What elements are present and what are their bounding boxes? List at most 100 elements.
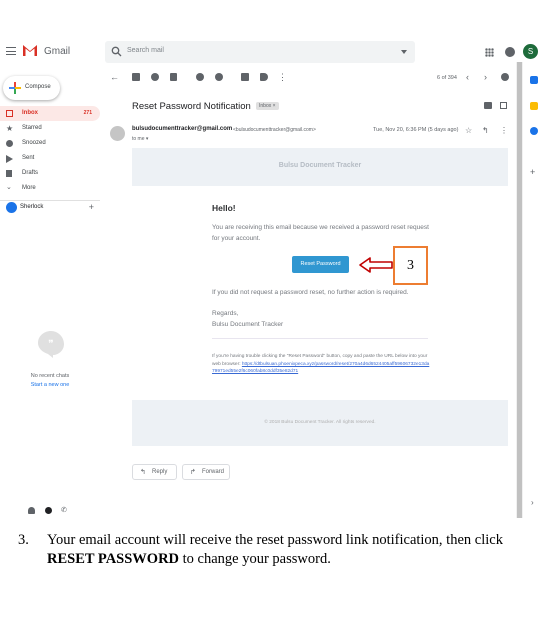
sidebar-nav: Inbox 271 ★ Starred Snoozed Sent Drafts … <box>0 106 100 196</box>
sender-avatar <box>110 126 125 141</box>
sidebar-item-label: Sent <box>22 155 35 161</box>
intro-paragraph: You are receiving this email because we … <box>212 224 429 242</box>
sidebar-item-label: More <box>22 185 36 191</box>
message-actions: ☆ ↰ ⋮ <box>465 126 510 136</box>
menu-icon[interactable] <box>6 47 16 55</box>
reply-icon[interactable]: ↰ <box>482 126 489 135</box>
more-options-icon[interactable]: ⋮ <box>278 72 287 83</box>
notifications-icon[interactable] <box>505 47 515 57</box>
forward-button[interactable]: ↱ Forward <box>182 464 230 480</box>
draft-icon <box>6 170 12 177</box>
gmail-screenshot: Gmail Search mail S Compose Inbox 271 ★ … <box>0 38 542 518</box>
app-name: Gmail <box>44 46 71 57</box>
no-action-paragraph: If you did not request a password reset,… <box>212 289 409 296</box>
more-icon[interactable]: ⋮ <box>500 126 508 135</box>
reset-url-link[interactable]: https://dtbulsuan.phoenixpeca.xyz/passwo… <box>212 362 429 375</box>
recipient-text: to me <box>132 136 145 142</box>
phone-icon[interactable]: ✆ <box>61 507 68 514</box>
compose-button[interactable]: Compose <box>3 76 60 100</box>
start-new-chat-link[interactable]: Start a new one <box>0 382 100 388</box>
apps-grid-icon[interactable] <box>485 48 494 57</box>
gmail-logo-icon <box>23 45 37 56</box>
pagination: 6 of 394 <box>437 75 457 81</box>
send-icon <box>6 155 13 163</box>
caption-bold: RESET PASSWORD <box>47 551 180 567</box>
message-date: Tue, Nov 20, 6:36 PM (5 days ago) <box>373 127 459 133</box>
sidebar-item-starred[interactable]: ★ Starred <box>0 121 100 136</box>
sidebar-item-sent[interactable]: Sent <box>0 151 100 166</box>
unread-count: 271 <box>83 110 92 116</box>
avatar[interactable]: S <box>523 44 538 59</box>
inbox-label-chip[interactable]: Inbox × <box>256 102 279 110</box>
sidebar-item-label: Starred <box>22 125 42 131</box>
sidebar-item-snoozed[interactable]: Snoozed <box>0 136 100 151</box>
print-icon[interactable] <box>484 102 492 109</box>
sidebar-item-inbox[interactable]: Inbox 271 <box>0 106 100 121</box>
calendar-icon[interactable] <box>530 76 538 84</box>
footer-copyright: © 2018 Bulsu Document Tracker. All right… <box>264 420 376 425</box>
delete-icon[interactable] <box>170 73 177 81</box>
no-chats-text: No recent chats <box>30 373 70 379</box>
search-icon <box>111 46 122 57</box>
move-to-icon[interactable] <box>241 73 249 81</box>
search-options-icon[interactable] <box>401 50 407 54</box>
reply-arrow-icon: ↰ <box>140 469 146 476</box>
search-input[interactable]: Search mail <box>127 47 164 54</box>
settings-gear-icon[interactable] <box>501 73 509 81</box>
label-icon[interactable] <box>260 73 268 81</box>
regards-text: Regards, <box>212 310 239 317</box>
older-icon[interactable]: › <box>484 72 487 82</box>
greeting: Hello! <box>212 203 236 213</box>
open-new-window-icon[interactable] <box>500 102 507 109</box>
add-icon[interactable]: + <box>89 202 94 212</box>
sidebar-item-label: Inbox <box>22 110 38 116</box>
sidebar-item-more[interactable]: ⌄ More <box>0 181 100 196</box>
snooze-icon[interactable] <box>215 73 223 81</box>
user-name: Sherlock <box>20 204 44 210</box>
newer-icon[interactable]: ‹ <box>466 72 469 82</box>
reply-button[interactable]: ↰ Reply <box>132 464 177 480</box>
compose-label: Compose <box>25 84 51 90</box>
step-number: 3. <box>18 532 29 548</box>
clock-icon <box>6 140 13 147</box>
chevron-down-icon: ⌄ <box>6 184 12 191</box>
chat-bubble-icon: ❞ <box>38 331 64 358</box>
back-icon[interactable]: ← <box>110 72 119 82</box>
tasks-icon[interactable] <box>530 127 538 135</box>
sender-name-text: bulsudocumenttracker@gmail.com <box>132 126 233 132</box>
reset-password-button[interactable]: Reset Password <box>292 256 349 273</box>
sidebar-item-drafts[interactable]: Drafts <box>0 166 100 181</box>
divider <box>212 338 428 339</box>
sidebar-item-label: Drafts <box>22 170 39 176</box>
hangouts-icon[interactable] <box>45 507 52 514</box>
subject-actions <box>484 101 514 111</box>
label-text: Inbox <box>259 103 272 109</box>
user-avatar <box>6 202 17 213</box>
mark-unread-icon[interactable] <box>196 73 204 81</box>
hangouts-user[interactable]: Sherlock + <box>4 201 100 215</box>
scrollbar[interactable] <box>516 62 523 518</box>
add-addon-icon[interactable]: + <box>530 168 538 177</box>
star-icon[interactable]: ☆ <box>465 126 472 135</box>
keep-icon[interactable] <box>530 102 538 110</box>
person-icon[interactable] <box>28 507 35 514</box>
svg-text:❞: ❞ <box>48 339 53 350</box>
side-panel: + <box>527 76 542 226</box>
recipient[interactable]: to me ▾ <box>132 136 148 142</box>
scrollbar-thumb[interactable] <box>517 62 522 518</box>
email-body: Hello! You are receiving this email beca… <box>132 186 508 400</box>
report-spam-icon[interactable] <box>151 73 159 81</box>
caption-text-part: Your email account will receive the rese… <box>47 532 503 548</box>
plus-icon <box>9 82 21 94</box>
message-subject: Reset Password Notification <box>132 101 251 112</box>
step-callout: 3 <box>393 246 428 285</box>
signature-block: Regards, Bulsu Document Tracker <box>212 308 283 330</box>
search-box[interactable]: Search mail <box>105 41 415 63</box>
top-bar: Gmail Search mail S <box>0 38 542 68</box>
forward-label: Forward <box>202 469 225 475</box>
email-footer: © 2018 Bulsu Document Tracker. All right… <box>132 400 508 446</box>
archive-icon[interactable] <box>132 73 140 81</box>
caption-text-part: to change your password. <box>179 551 331 567</box>
trouble-paragraph: If you're having trouble clicking the "R… <box>212 353 430 376</box>
expand-panel-icon[interactable]: › <box>531 498 534 507</box>
